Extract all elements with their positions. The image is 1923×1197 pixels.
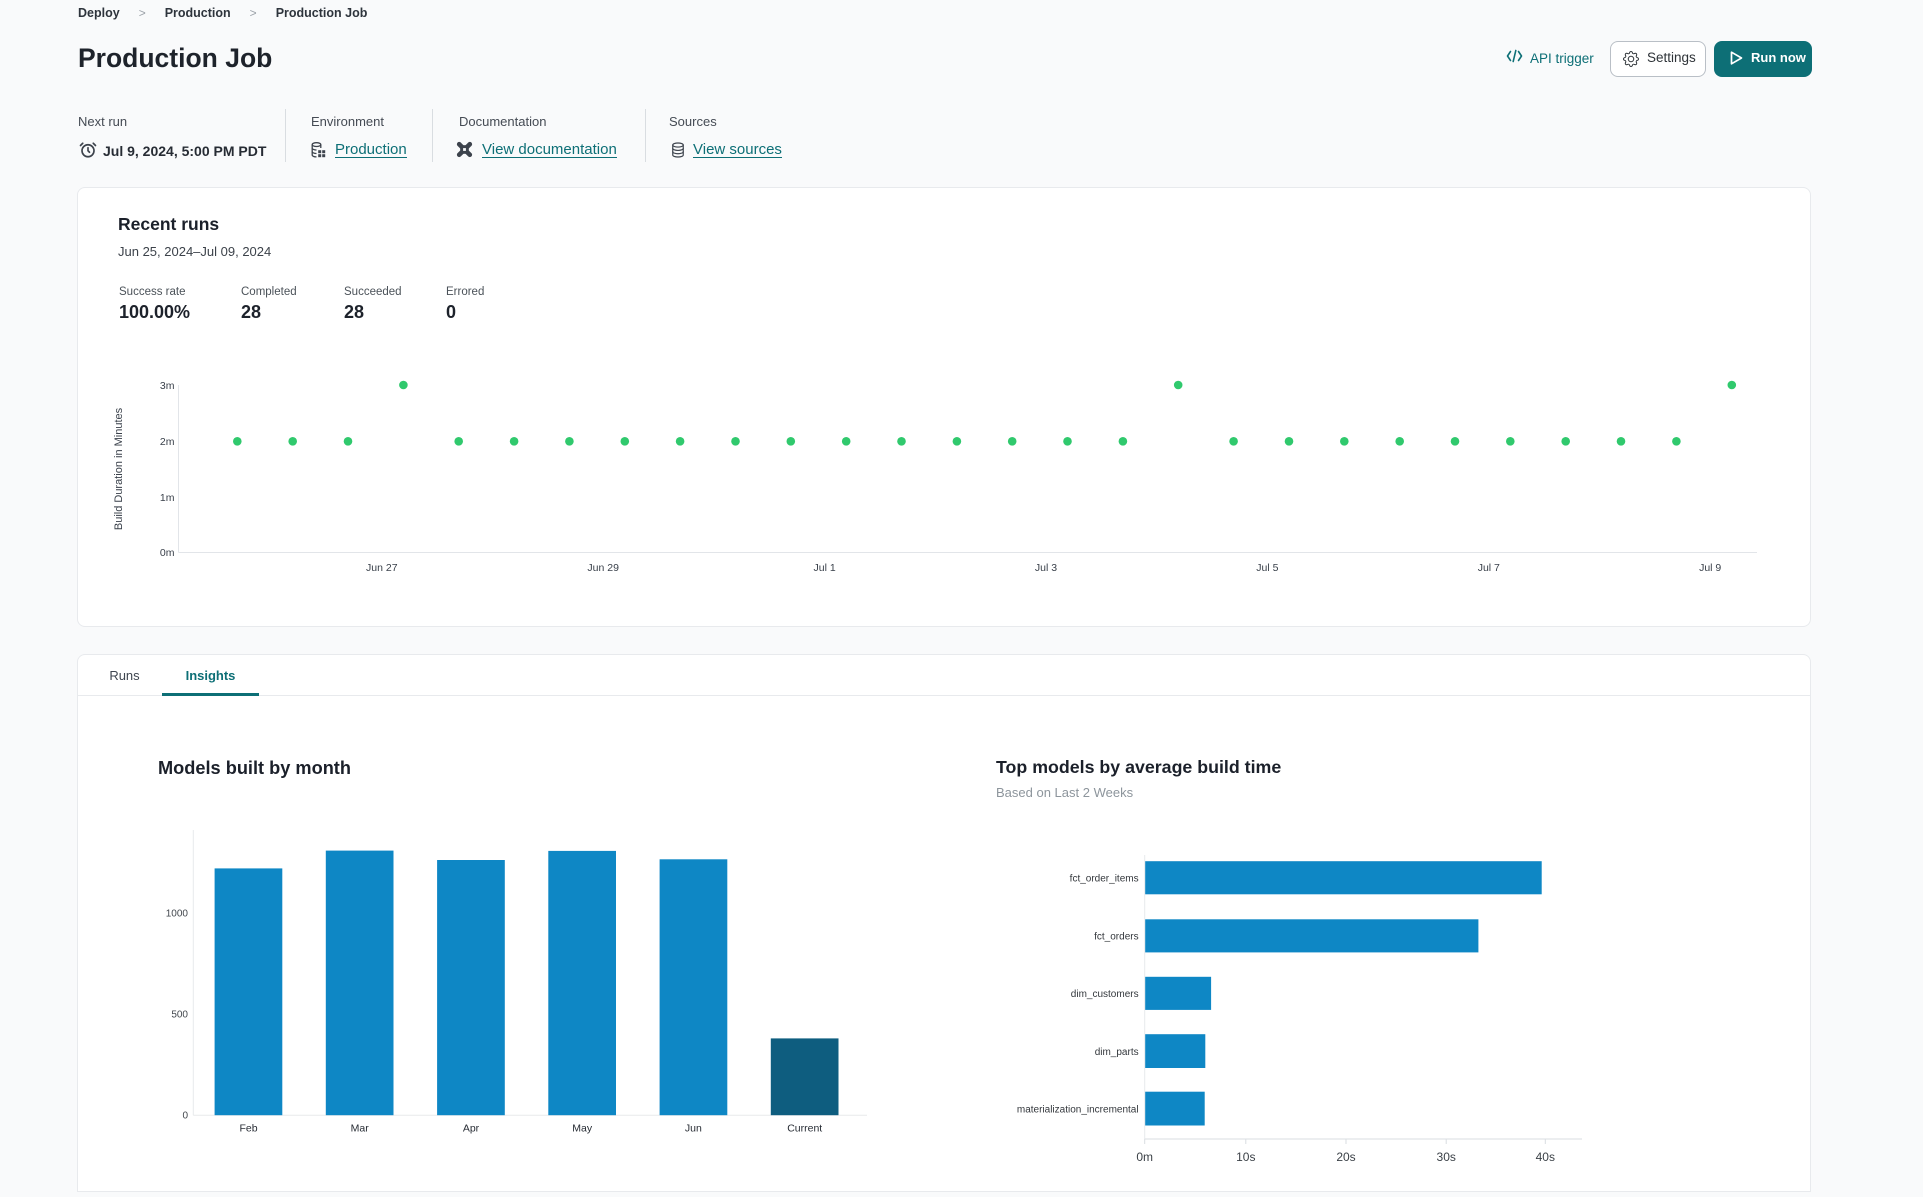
svg-text:30s: 30s [1437, 1150, 1456, 1164]
svg-text:20s: 20s [1336, 1150, 1355, 1164]
svg-text:1000: 1000 [166, 909, 189, 920]
svg-text:Feb: Feb [239, 1123, 257, 1135]
svg-text:2m: 2m [160, 436, 175, 448]
svg-text:Jun 27: Jun 27 [366, 562, 398, 574]
svg-text:Jul 7: Jul 7 [1478, 562, 1500, 574]
svg-text:materialization_incremental: materialization_incremental [1017, 1104, 1139, 1115]
svg-text:0m: 0m [1136, 1150, 1153, 1164]
svg-text:0m: 0m [160, 547, 175, 559]
svg-text:fct_orders: fct_orders [1094, 932, 1138, 943]
svg-text:Jul 9: Jul 9 [1699, 562, 1721, 574]
svg-text:Jun: Jun [685, 1123, 702, 1135]
svg-text:3m: 3m [160, 380, 175, 392]
svg-text:1m: 1m [160, 492, 175, 504]
svg-text:dim_customers: dim_customers [1071, 989, 1139, 1000]
svg-text:dim_parts: dim_parts [1095, 1047, 1139, 1058]
svg-text:Jul 3: Jul 3 [1035, 562, 1057, 574]
svg-text:Build Duration in Minutes: Build Duration in Minutes [113, 407, 125, 530]
svg-text:40s: 40s [1536, 1150, 1555, 1164]
svg-text:Current: Current [787, 1123, 822, 1135]
svg-text:Jun 29: Jun 29 [587, 562, 619, 574]
svg-text:Mar: Mar [351, 1123, 370, 1135]
svg-text:Jul 1: Jul 1 [814, 562, 836, 574]
svg-text:May: May [572, 1123, 593, 1135]
svg-text:0: 0 [182, 1111, 188, 1122]
svg-text:Apr: Apr [463, 1123, 480, 1135]
svg-text:fct_order_items: fct_order_items [1070, 874, 1139, 885]
svg-text:500: 500 [171, 1010, 188, 1021]
svg-text:Jul 5: Jul 5 [1256, 562, 1278, 574]
svg-text:10s: 10s [1236, 1150, 1255, 1164]
